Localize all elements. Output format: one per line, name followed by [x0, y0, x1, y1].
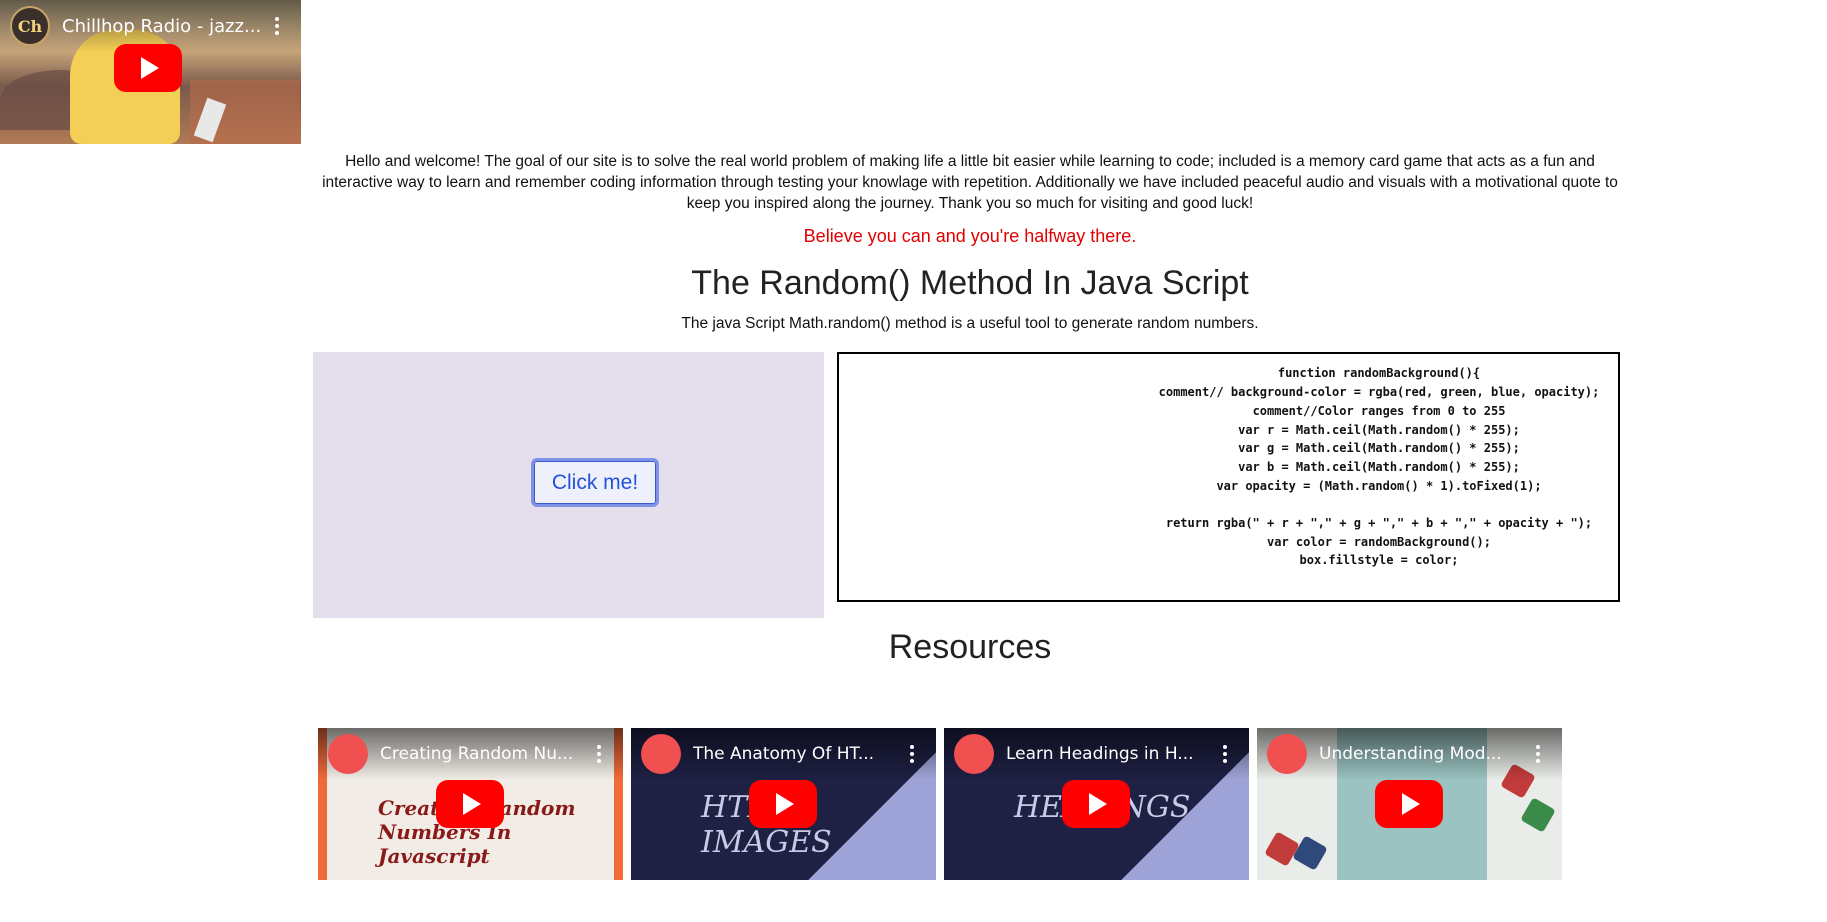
play-button-icon[interactable] — [1375, 780, 1443, 828]
code-line: var r = Math.ceil(Math.random() * 255); — [1238, 423, 1520, 437]
play-button-icon[interactable] — [749, 780, 817, 828]
play-button-icon[interactable] — [1062, 780, 1130, 828]
more-options-icon[interactable] — [1528, 745, 1548, 763]
more-options-icon[interactable] — [902, 745, 922, 763]
video-title-bar: Creating Random Nu... — [318, 728, 623, 780]
intro-text: Hello and welcome! The goal of our site … — [322, 153, 1618, 212]
resource-video-headings[interactable]: HEADINGS Learn Headings in H... — [944, 728, 1249, 880]
code-line: var opacity = (Math.random() * 1).toFixe… — [1216, 479, 1542, 493]
code-line: var b = Math.ceil(Math.random() * 255); — [1238, 460, 1520, 474]
click-me-button[interactable]: Click me! — [531, 458, 659, 507]
video-title[interactable]: Learn Headings in H... — [1006, 744, 1215, 764]
code-line: var color = randomBackground(); — [1267, 535, 1491, 549]
video-title-bar: The Anatomy Of HT... — [631, 728, 936, 780]
code-line: box.fillstyle = color; — [1299, 553, 1459, 567]
channel-avatar[interactable] — [641, 734, 681, 774]
channel-avatar[interactable] — [954, 734, 994, 774]
code-line: function randomBackground(){ — [1277, 366, 1481, 380]
play-button-icon[interactable] — [436, 780, 504, 828]
random-method-description: The java Script Math.random() method is … — [681, 315, 1259, 332]
motivational-quote: Believe you can and you're halfway there… — [803, 226, 1137, 246]
more-options-icon[interactable] — [267, 17, 287, 35]
code-line: comment// background-color = rgba(red, g… — [1158, 385, 1600, 399]
video-title[interactable]: Chillhop Radio - jazz... — [62, 16, 267, 37]
video-title[interactable]: Creating Random Nu... — [380, 744, 589, 764]
thumbnail-text: HTML IMAGES — [701, 790, 832, 860]
code-line: return rgba(" + r + "," + g + "," + b + … — [1165, 516, 1593, 530]
chillhop-video-embed[interactable]: Ch Chillhop Radio - jazz... — [0, 0, 301, 144]
video-title[interactable]: The Anatomy Of HT... — [693, 744, 902, 764]
code-line: var g = Math.ceil(Math.random() * 255); — [1238, 441, 1520, 455]
hexagon-decoration — [1264, 831, 1300, 867]
video-title-bar: Understanding Mod... — [1257, 728, 1562, 780]
play-button-icon[interactable] — [114, 44, 182, 92]
more-options-icon[interactable] — [1215, 745, 1235, 763]
video-title-bar: Learn Headings in H... — [944, 728, 1249, 780]
code-snippet-box: function randomBackground(){ comment// b… — [837, 352, 1620, 602]
more-options-icon[interactable] — [589, 745, 609, 763]
video-title[interactable]: Understanding Mod... — [1319, 744, 1528, 764]
resource-video-html-images[interactable]: HTML IMAGES The Anatomy Of HT... — [631, 728, 936, 880]
random-method-heading: The Random() Method In Java Script — [691, 264, 1249, 302]
hexagon-decoration — [1292, 835, 1328, 871]
resource-video-understanding-modals[interactable]: Understanding Mod... — [1257, 728, 1562, 880]
channel-avatar[interactable] — [328, 734, 368, 774]
hexagon-decoration — [1520, 797, 1556, 833]
channel-avatar[interactable]: Ch — [10, 6, 50, 46]
channel-avatar[interactable] — [1267, 734, 1307, 774]
code-line: comment//Color ranges from 0 to 255 — [1252, 404, 1506, 418]
resource-video-random-numbers[interactable]: Creating Random Numbers In Javascript Cr… — [318, 728, 623, 880]
resources-heading: Resources — [888, 628, 1052, 666]
